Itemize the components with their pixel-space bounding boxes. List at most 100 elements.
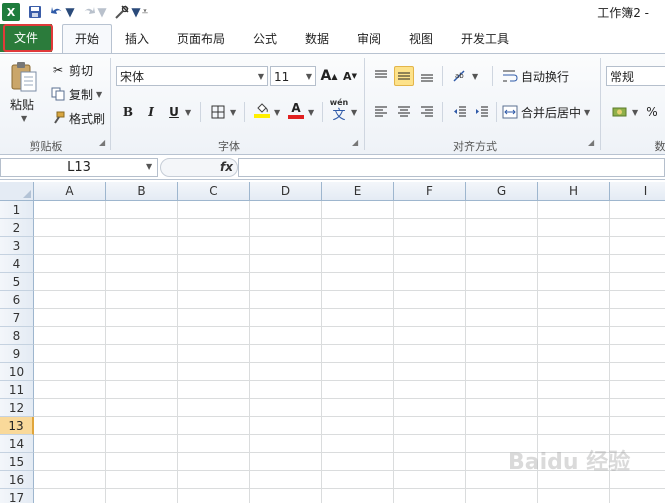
- formula-input[interactable]: [238, 158, 665, 177]
- row-header[interactable]: 9: [0, 345, 34, 363]
- redo-icon[interactable]: [80, 3, 98, 21]
- cut-button[interactable]: ✂ 剪切: [50, 60, 93, 80]
- fill-color-button[interactable]: [252, 100, 272, 120]
- redo-dropdown-icon[interactable]: ▼: [97, 3, 106, 21]
- ribbon-home: 粘贴 ▼ ✂ 剪切 复制 ▼ 格式刷 剪贴板 ◢ 宋体 ▼ 11 ▼ A ▲ A ▼…: [0, 53, 665, 155]
- column-header[interactable]: G: [466, 182, 538, 201]
- tab-developer[interactable]: 开发工具: [456, 28, 514, 50]
- underline-dropdown-icon[interactable]: ▼: [185, 108, 191, 117]
- caret-down-icon: ▼: [351, 72, 357, 80]
- undo-dropdown-icon[interactable]: ▼: [65, 3, 74, 21]
- row-header[interactable]: 6: [0, 291, 34, 309]
- group-divider: [110, 58, 111, 150]
- number-format-combo[interactable]: 常规: [606, 66, 665, 86]
- bold-button[interactable]: B: [118, 102, 138, 122]
- row-gridline: [34, 272, 665, 273]
- clipboard-launcher-icon[interactable]: ◢: [99, 139, 107, 147]
- tab-view[interactable]: 视图: [406, 28, 436, 50]
- align-left-button[interactable]: [371, 102, 391, 122]
- row-header[interactable]: 8: [0, 327, 34, 345]
- wrap-text-button[interactable]: 自动换行: [502, 66, 569, 86]
- increase-font-size-button[interactable]: A ▲: [319, 66, 339, 86]
- italic-button[interactable]: I: [141, 102, 161, 122]
- undo-icon[interactable]: [48, 3, 66, 21]
- alignment-launcher-icon[interactable]: ◢: [588, 139, 596, 147]
- row-header[interactable]: 13: [0, 417, 34, 435]
- row-header[interactable]: 11: [0, 381, 34, 399]
- percent-style-button[interactable]: %: [642, 102, 662, 122]
- row-header[interactable]: 7: [0, 309, 34, 327]
- row-header[interactable]: 16: [0, 471, 34, 489]
- merge-center-label: 合并后居中: [521, 105, 582, 120]
- orientation-button[interactable]: ab: [450, 66, 470, 86]
- tool-icon[interactable]: [112, 3, 132, 21]
- font-color-button[interactable]: A: [286, 100, 306, 120]
- accounting-format-button[interactable]: [610, 102, 630, 122]
- tab-insert[interactable]: 插入: [122, 28, 152, 50]
- copy-icon: [50, 86, 66, 102]
- paste-icon[interactable]: [8, 60, 40, 94]
- tab-home[interactable]: 开始: [62, 24, 112, 55]
- tab-review[interactable]: 审阅: [354, 28, 384, 50]
- row-header[interactable]: 2: [0, 219, 34, 237]
- fill-color-dropdown-icon[interactable]: ▼: [274, 108, 280, 117]
- increase-indent-button[interactable]: [472, 102, 492, 122]
- column-header[interactable]: F: [394, 182, 466, 201]
- row-header[interactable]: 12: [0, 399, 34, 417]
- save-icon[interactable]: [26, 3, 44, 21]
- column-header[interactable]: E: [322, 182, 394, 201]
- tab-data[interactable]: 数据: [302, 28, 332, 50]
- column-header[interactable]: A: [34, 182, 106, 201]
- align-middle-button[interactable]: [394, 66, 414, 86]
- row-header[interactable]: 14: [0, 435, 34, 453]
- name-box[interactable]: L13: [0, 158, 158, 177]
- tool-dropdown-icon[interactable]: ▼: [131, 3, 140, 21]
- paste-label[interactable]: 粘贴: [10, 96, 34, 113]
- column-header[interactable]: H: [538, 182, 610, 201]
- row-header[interactable]: 10: [0, 363, 34, 381]
- column-header[interactable]: B: [106, 182, 178, 201]
- phonetic-dropdown-icon[interactable]: ▼: [351, 108, 357, 117]
- align-right-button[interactable]: [417, 102, 437, 122]
- phonetic-top-text: wén: [329, 98, 349, 107]
- tab-page-layout[interactable]: 页面布局: [172, 28, 230, 50]
- decrease-font-size-button[interactable]: A ▼: [340, 66, 360, 86]
- borders-button[interactable]: [208, 102, 228, 122]
- phonetic-guide-button[interactable]: wén 文: [328, 98, 350, 124]
- align-bottom-button[interactable]: [417, 66, 437, 86]
- paste-dropdown-icon[interactable]: ▼: [21, 114, 27, 123]
- underline-button[interactable]: U: [164, 102, 184, 122]
- font-size-combo[interactable]: 11 ▼: [270, 66, 316, 86]
- name-box-dropdown-icon[interactable]: ▼: [146, 162, 152, 171]
- select-all-corner[interactable]: [0, 182, 34, 201]
- format-painter-button[interactable]: 格式刷: [50, 108, 105, 128]
- customize-quick-access-icon[interactable]: ⩡: [140, 3, 150, 21]
- align-top-button[interactable]: [371, 66, 391, 86]
- font-launcher-icon[interactable]: ◢: [352, 139, 360, 147]
- row-header[interactable]: 4: [0, 255, 34, 273]
- row-header[interactable]: 17: [0, 489, 34, 503]
- paint-bucket-icon: [257, 103, 268, 113]
- decrease-indent-button[interactable]: [450, 102, 470, 122]
- column-header[interactable]: I: [610, 182, 665, 201]
- column-header[interactable]: C: [178, 182, 250, 201]
- row-header[interactable]: 3: [0, 237, 34, 255]
- excel-app-icon[interactable]: X: [2, 3, 20, 21]
- column-header[interactable]: D: [250, 182, 322, 201]
- caret-up-icon: ▲: [331, 71, 338, 81]
- copy-button[interactable]: 复制 ▼: [50, 84, 102, 104]
- borders-dropdown-icon[interactable]: ▼: [230, 108, 236, 117]
- tab-formulas[interactable]: 公式: [250, 28, 280, 50]
- tab-file[interactable]: 文件: [0, 24, 52, 52]
- font-color-dropdown-icon[interactable]: ▼: [308, 108, 314, 117]
- row-header[interactable]: 1: [0, 201, 34, 219]
- orientation-dropdown-icon[interactable]: ▼: [472, 72, 478, 81]
- insert-function-icon[interactable]: fx: [220, 160, 233, 174]
- align-center-button[interactable]: [394, 102, 414, 122]
- row-header[interactable]: 5: [0, 273, 34, 291]
- merge-center-button[interactable]: 合并后居中 ▼: [502, 102, 590, 122]
- font-name-combo[interactable]: 宋体 ▼: [116, 66, 268, 86]
- row-header[interactable]: 15: [0, 453, 34, 471]
- accounting-dropdown-icon[interactable]: ▼: [632, 108, 638, 117]
- row-gridline: [34, 362, 665, 363]
